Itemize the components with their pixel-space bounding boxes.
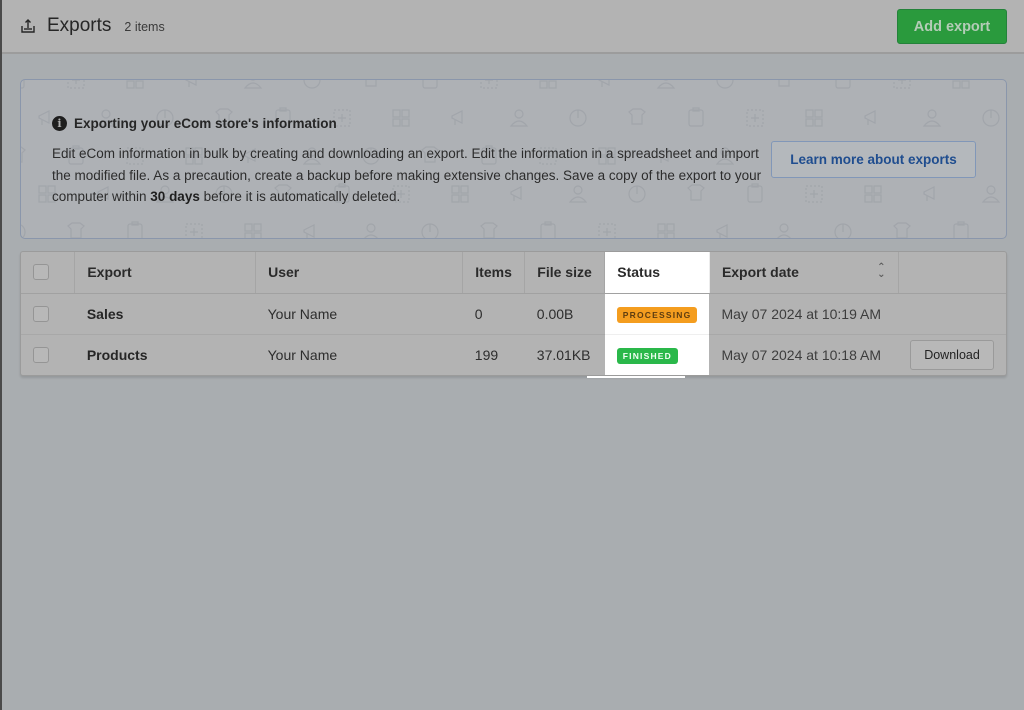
column-header-file-size[interactable]: File size [524, 252, 606, 294]
info-banner: i Exporting your eCom store's informatio… [20, 79, 1007, 239]
column-header-actions [898, 252, 1006, 294]
row-select-cell [21, 293, 75, 335]
info-icon: i [52, 116, 67, 131]
export-user: Your Name [267, 346, 338, 363]
export-action-cell [898, 293, 1006, 335]
export-date: May 07 2024 at 10:19 AM [709, 293, 898, 335]
banner-title: i Exporting your eCom store's informatio… [52, 116, 337, 131]
select-all-checkbox[interactable] [33, 264, 49, 281]
export-name: Products [86, 346, 148, 363]
column-header-export-date[interactable]: Export date ⌃ ⌄ [709, 252, 899, 294]
row-select-cell [21, 334, 75, 375]
export-items: 0 [462, 293, 525, 335]
item-count: 2 items [124, 20, 165, 34]
table-row: Sales Your Name 0 0.00B PROCESSING May 0… [21, 293, 1006, 335]
table-row: Products Your Name 199 37.01KB FINISHED … [21, 334, 1006, 375]
export-action-cell: Download [898, 334, 1006, 375]
exports-table: Export User Items File size Status Expor… [20, 251, 1007, 376]
column-header-export[interactable]: Export [74, 252, 257, 294]
export-status-cell: PROCESSING [604, 293, 710, 335]
export-items: 199 [474, 346, 499, 363]
row-checkbox[interactable] [33, 346, 49, 363]
export-status-cell: FINISHED [604, 334, 710, 375]
window-edge [0, 0, 2, 710]
status-badge: PROCESSING [616, 306, 698, 323]
add-export-button[interactable]: Add export [897, 9, 1007, 44]
column-header-export-date-label: Export date [721, 264, 799, 281]
status-highlight-edge [587, 376, 685, 378]
export-file-size: 0.00B [524, 293, 605, 335]
table-header-row: Export User Items File size Status Expor… [21, 252, 1006, 294]
column-header-user[interactable]: User [255, 252, 464, 294]
sort-icon[interactable]: ⌃ ⌄ [877, 263, 885, 280]
banner-text-part: before it is automatically deleted. [199, 189, 401, 204]
export-tray-icon [19, 17, 37, 35]
banner-title-text: Exporting your eCom store's information [74, 116, 337, 131]
page-title: Exports [47, 15, 112, 36]
banner-text-bold: 30 days [150, 189, 200, 204]
export-name: Sales [74, 293, 256, 335]
export-user: Your Name [255, 293, 463, 335]
export-date: May 07 2024 at 10:18 AM [721, 346, 881, 363]
export-file-size: 37.01KB [536, 346, 591, 363]
download-button[interactable]: Download [910, 339, 994, 370]
column-header-items[interactable]: Items [462, 252, 526, 294]
select-all-cell [21, 252, 76, 294]
row-checkbox[interactable] [33, 305, 49, 322]
status-badge: FINISHED [616, 347, 679, 364]
column-header-status[interactable]: Status [604, 252, 710, 294]
learn-more-button[interactable]: Learn more about exports [771, 141, 976, 178]
page-header: Exports 2 items Add export [2, 0, 1024, 54]
banner-description: Edit eCom information in bulk by creatin… [52, 143, 762, 208]
